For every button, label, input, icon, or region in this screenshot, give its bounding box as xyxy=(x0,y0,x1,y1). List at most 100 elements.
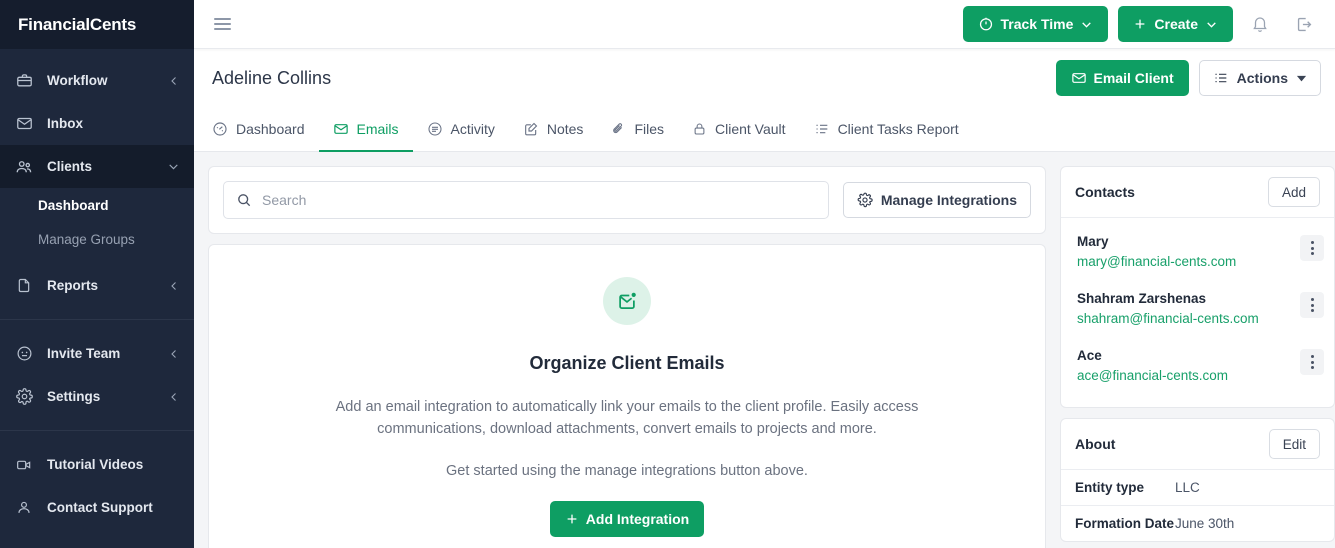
contacts-list: Mary mary@financial-cents.com Shahram Za… xyxy=(1061,218,1334,407)
note-edit-icon xyxy=(523,121,539,137)
sidebar-item-label: Invite Team xyxy=(47,346,121,361)
track-time-button[interactable]: Track Time xyxy=(962,6,1109,42)
sidebar-subitem-manage-groups[interactable]: Manage Groups xyxy=(0,222,194,256)
video-camera-icon xyxy=(13,455,35,475)
contact-item: Ace ace@financial-cents.com xyxy=(1061,338,1334,395)
contact-email[interactable]: ace@financial-cents.com xyxy=(1077,368,1228,383)
about-row: Formation Date June 30th xyxy=(1061,506,1334,541)
sidebar-item-inbox[interactable]: Inbox xyxy=(0,102,194,145)
contact-item: Mary mary@financial-cents.com xyxy=(1061,224,1334,281)
manage-integrations-label: Manage Integrations xyxy=(880,192,1017,208)
chevron-left-icon xyxy=(168,75,180,87)
contact-name: Ace xyxy=(1077,348,1102,363)
about-key: Formation Date xyxy=(1075,516,1175,531)
chevron-left-icon xyxy=(168,391,180,403)
sidebar-divider xyxy=(0,319,194,320)
brand-logo[interactable]: FinancialCents xyxy=(0,0,194,49)
sidebar-subitem-label: Manage Groups xyxy=(38,231,135,247)
tab-label: Client Tasks Report xyxy=(837,121,959,137)
person-icon xyxy=(13,498,35,518)
sidebar-item-tutorial-videos[interactable]: Tutorial Videos xyxy=(0,443,194,486)
sidebar-item-reports[interactable]: Reports xyxy=(0,264,194,307)
about-panel-header: About Edit xyxy=(1061,419,1334,470)
activity-icon xyxy=(427,121,443,137)
contact-menu-icon[interactable] xyxy=(1300,292,1324,318)
sidebar-item-workflow[interactable]: Workflow xyxy=(0,59,194,102)
search-card: Manage Integrations xyxy=(208,166,1046,234)
tab-label: Client Vault xyxy=(715,121,786,137)
gear-icon xyxy=(13,387,35,407)
about-title: About xyxy=(1075,436,1116,452)
sidebar-nav: Workflow Inbox Clients Dashboard Manage … xyxy=(0,49,194,548)
content-area: Manage Integrations Organiz xyxy=(194,152,1335,548)
actions-button[interactable]: Actions xyxy=(1198,60,1321,96)
emails-column: Manage Integrations Organiz xyxy=(208,166,1046,548)
empty-state-card: Organize Client Emails Add an email inte… xyxy=(208,244,1046,548)
contact-email[interactable]: mary@financial-cents.com xyxy=(1077,254,1236,269)
tab-label: Files xyxy=(634,121,664,137)
manage-integrations-button[interactable]: Manage Integrations xyxy=(842,182,1031,218)
sidebar-subitem-label: Dashboard xyxy=(38,197,109,213)
tab-dashboard[interactable]: Dashboard xyxy=(212,108,319,152)
plus-icon xyxy=(565,512,579,526)
empty-state-hint: Get started using the manage integration… xyxy=(446,462,808,479)
sidebar-item-clients[interactable]: Clients xyxy=(0,145,194,188)
right-panel-column: Contacts Add Mary mary@financial-cents.c… xyxy=(1060,166,1335,548)
contact-info: Ace ace@financial-cents.com xyxy=(1077,348,1228,385)
sidebar-item-label: Contact Support xyxy=(47,500,153,515)
document-icon xyxy=(13,276,35,296)
hamburger-icon[interactable] xyxy=(210,14,235,34)
topbar: Track Time Create xyxy=(194,0,1335,49)
bell-icon[interactable] xyxy=(1243,7,1277,41)
sidebar-subitem-dashboard[interactable]: Dashboard xyxy=(0,188,194,222)
search-box[interactable] xyxy=(223,181,829,219)
contact-menu-icon[interactable] xyxy=(1300,235,1324,261)
sidebar-item-label: Reports xyxy=(47,278,99,293)
tab-emails[interactable]: Emails xyxy=(318,108,413,152)
contact-email[interactable]: shahram@financial-cents.com xyxy=(1077,311,1259,326)
chevron-down-icon xyxy=(1205,18,1218,31)
sidebar-item-settings[interactable]: Settings xyxy=(0,375,194,418)
chevron-down-icon xyxy=(1080,18,1093,31)
sidebar-item-invite-team[interactable]: Invite Team xyxy=(0,332,194,375)
logout-icon[interactable] xyxy=(1287,7,1321,41)
sidebar-item-label: Clients xyxy=(47,159,93,174)
people-icon xyxy=(13,157,35,177)
tab-files[interactable]: Files xyxy=(597,108,678,152)
add-contact-button[interactable]: Add xyxy=(1267,177,1320,207)
page-title: Adeline Collins xyxy=(212,67,332,88)
email-client-label: Email Client xyxy=(1093,70,1174,86)
client-tabs: Dashboard Emails Activity Notes Files Cl… xyxy=(212,107,1321,152)
sidebar-item-label: Tutorial Videos xyxy=(47,457,144,472)
empty-state: Organize Client Emails Add an email inte… xyxy=(209,245,1045,548)
tab-label: Emails xyxy=(356,121,399,137)
add-integration-button[interactable]: Add Integration xyxy=(549,500,705,537)
tab-notes[interactable]: Notes xyxy=(509,108,598,152)
tab-client-vault[interactable]: Client Vault xyxy=(678,108,800,152)
sidebar-item-contact-support[interactable]: Contact Support xyxy=(0,486,194,529)
tab-client-tasks-report[interactable]: Client Tasks Report xyxy=(800,108,973,152)
about-row: Entity type LLC xyxy=(1061,470,1334,506)
app-root: FinancialCents Workflow Inbox Clients Da… xyxy=(0,0,1335,548)
main-area: Track Time Create Adeline Collins Email … xyxy=(194,0,1335,548)
tab-activity[interactable]: Activity xyxy=(413,108,509,152)
email-client-button[interactable]: Email Client xyxy=(1055,60,1189,96)
sidebar-item-label: Settings xyxy=(47,389,101,404)
tab-label: Dashboard xyxy=(236,121,305,137)
list-icon xyxy=(814,121,830,137)
plus-icon xyxy=(1133,17,1147,31)
contact-menu-icon[interactable] xyxy=(1300,349,1324,375)
caret-down-icon xyxy=(1296,74,1307,83)
about-panel: About Edit Entity type LLC Formation Dat… xyxy=(1060,418,1335,542)
empty-state-body: Add an email integration to automaticall… xyxy=(335,399,919,438)
edit-about-button[interactable]: Edit xyxy=(1268,429,1320,459)
about-key: Entity type xyxy=(1075,480,1145,495)
brand-name: FinancialCents xyxy=(18,14,137,34)
page-header-row: Adeline Collins Email Client Actions xyxy=(212,49,1321,107)
envelope-icon xyxy=(13,114,35,134)
actions-label: Actions xyxy=(1236,70,1288,86)
envelope-icon xyxy=(1071,70,1087,86)
create-button[interactable]: Create xyxy=(1118,6,1233,42)
search-input[interactable] xyxy=(262,192,816,208)
contact-name: Shahram Zarshenas xyxy=(1077,291,1207,306)
